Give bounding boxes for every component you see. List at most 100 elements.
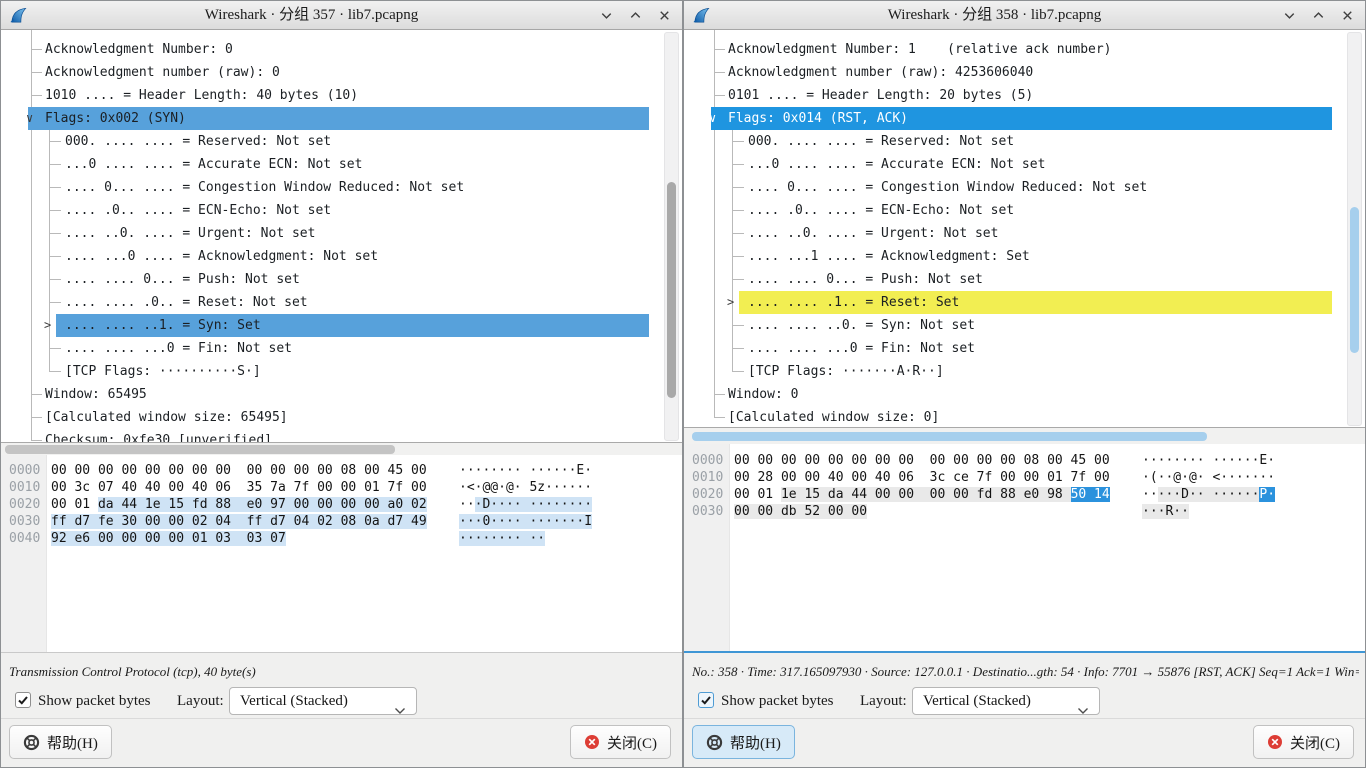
hex-ascii[interactable]: ·<·@@·@· 5z······ [459, 479, 592, 496]
hex-bytes[interactable]: 00 28 00 00 40 00 40 06 3c ce 7f 00 00 0… [734, 469, 1110, 486]
tree-row[interactable]: .... 0... .... = Congestion Window Reduc… [684, 176, 1365, 199]
tree-horizontal-scrollbar[interactable] [1, 443, 682, 455]
minimize-button[interactable] [1279, 6, 1299, 26]
hex-bytes-segment[interactable]: 00 00 00 00 00 00 00 00 00 00 00 00 08 0… [734, 453, 1110, 468]
show-packet-bytes-checkbox[interactable] [698, 692, 714, 708]
hex-ascii-segment[interactable]: ·D···· ········ [475, 497, 592, 512]
tree-row[interactable]: .... ...0 .... = Acknowledgment: Not set [1, 245, 682, 268]
hex-ascii-segment[interactable]: ·(··@·@· <······· [1142, 470, 1275, 485]
help-button[interactable]: 帮助(H) [9, 725, 112, 759]
tree-row[interactable]: .... .... 0... = Push: Not set [1, 268, 682, 291]
close-button[interactable]: 关闭(C) [1253, 725, 1354, 759]
titlebar[interactable]: Wireshark · 分组 357 · lib7.pcapng [1, 1, 682, 30]
expander-closed-icon[interactable]: > [727, 291, 734, 314]
tree-row[interactable]: Acknowledgment Number: 0 [1, 38, 682, 61]
hex-bytes[interactable]: 00 00 db 52 00 00 [734, 503, 867, 520]
tree-row[interactable]: .... .... .0.. = Reset: Not set [1, 291, 682, 314]
tree-row[interactable]: ...0 .... .... = Accurate ECN: Not set [684, 153, 1365, 176]
scrollbar-thumb[interactable] [667, 182, 676, 398]
layout-combobox[interactable]: Vertical (Stacked) [229, 687, 417, 715]
tree-row[interactable]: ∨Flags: 0x014 (RST, ACK) [684, 107, 1365, 130]
hex-bytes[interactable]: 00 01 da 44 1e 15 fd 88 e0 97 00 00 00 0… [51, 496, 427, 513]
hex-ascii[interactable]: ·(··@·@· <······· [1142, 469, 1275, 486]
tree-row[interactable]: .... .... 0... = Push: Not set [684, 268, 1365, 291]
tree-row[interactable]: .... .0.. .... = ECN-Echo: Not set [1, 199, 682, 222]
hex-bytes-segment[interactable]: 00 00 db 52 00 00 [734, 504, 867, 519]
tree-row[interactable]: 1010 .... = Header Length: 40 bytes (10) [1, 84, 682, 107]
tree-row[interactable]: ...0 .... .... = Accurate ECN: Not set [1, 153, 682, 176]
hex-ascii-segment[interactable]: ········ ······E· [1142, 453, 1275, 468]
tree-row[interactable]: .... ...1 .... = Acknowledgment: Set [684, 245, 1365, 268]
tree-row[interactable]: .... 0... .... = Congestion Window Reduc… [1, 176, 682, 199]
packet-bytes-pane[interactable]: 000000 00 00 00 00 00 00 00 00 00 00 00 … [1, 455, 682, 653]
tree-row[interactable]: .... .... ..0. = Syn: Not set [684, 314, 1365, 337]
close-button[interactable]: 关闭(C) [570, 725, 671, 759]
expander-open-icon[interactable]: ∨ [26, 107, 33, 130]
tree-row[interactable]: [Calculated window size: 65495] [1, 406, 682, 429]
tree-row[interactable]: Acknowledgment number (raw): 4253606040 [684, 61, 1365, 84]
show-packet-bytes-checkbox[interactable] [15, 692, 31, 708]
hex-row[interactable]: 002000 01 da 44 1e 15 fd 88 e0 97 00 00 … [1, 496, 682, 513]
hex-ascii-segment[interactable]: P· [1259, 487, 1275, 502]
minimize-button[interactable] [596, 6, 616, 26]
hex-ascii[interactable]: ·····D·· ······P· [1142, 486, 1275, 503]
hex-bytes[interactable]: 92 e6 00 00 00 00 01 03 03 07 [51, 530, 286, 547]
tree-row[interactable]: .... .... ...0 = Fin: Not set [1, 337, 682, 360]
hex-row[interactable]: 001000 3c 07 40 40 00 40 06 35 7a 7f 00 … [1, 479, 682, 496]
tree-row[interactable]: [TCP Flags: ··········S·] [1, 360, 682, 383]
hex-ascii-segment[interactable]: ········ ·· [459, 531, 545, 546]
hex-bytes-segment[interactable]: da 44 1e 15 fd 88 e0 97 00 00 00 00 a0 0… [98, 497, 427, 512]
hex-ascii-segment[interactable]: ·· [1142, 487, 1158, 502]
help-button[interactable]: 帮助(H) [692, 725, 795, 759]
hex-bytes-segment[interactable]: 00 01 [51, 497, 98, 512]
tree-row[interactable]: 0101 .... = Header Length: 20 bytes (5) [684, 84, 1365, 107]
hex-bytes[interactable]: 00 3c 07 40 40 00 40 06 35 7a 7f 00 00 0… [51, 479, 427, 496]
hex-row[interactable]: 000000 00 00 00 00 00 00 00 00 00 00 00 … [684, 452, 1365, 469]
hex-row[interactable]: 004092 e6 00 00 00 00 01 03 03 07·······… [1, 530, 682, 547]
tree-row[interactable]: .... .0.. .... = ECN-Echo: Not set [684, 199, 1365, 222]
hex-bytes[interactable]: ff d7 fe 30 00 00 02 04 ff d7 04 02 08 0… [51, 513, 427, 530]
tree-row[interactable]: Window: 65495 [1, 383, 682, 406]
hex-ascii-segment[interactable]: ·<·@@·@· 5z······ [459, 480, 592, 495]
tree-row[interactable]: .... .... ...0 = Fin: Not set [684, 337, 1365, 360]
close-window-button[interactable] [654, 6, 674, 26]
titlebar[interactable]: Wireshark · 分组 358 · lib7.pcapng [684, 1, 1365, 30]
hex-ascii[interactable]: ········ ·· [459, 530, 545, 547]
tree-row[interactable]: Window: 0 [684, 383, 1365, 406]
hex-row[interactable]: 0030ff d7 fe 30 00 00 02 04 ff d7 04 02 … [1, 513, 682, 530]
expander-open-icon[interactable]: ∨ [709, 107, 716, 130]
tree-row[interactable]: .... ..0. .... = Urgent: Not set [1, 222, 682, 245]
hex-ascii[interactable]: ···D···· ········ [459, 496, 592, 513]
hex-bytes-segment[interactable]: 00 01 [734, 487, 781, 502]
hex-bytes-segment[interactable]: 00 00 00 00 00 00 00 00 00 00 00 00 08 0… [51, 463, 427, 478]
tree-row[interactable]: 000. .... .... = Reserved: Not set [684, 130, 1365, 153]
hex-ascii-segment[interactable]: ·· [459, 497, 475, 512]
packet-bytes-pane[interactable]: 000000 00 00 00 00 00 00 00 00 00 00 00 … [684, 444, 1365, 653]
hex-ascii-segment[interactable]: ···D·· ······ [1158, 487, 1260, 502]
hex-bytes-segment[interactable]: ff d7 fe 30 00 00 02 04 ff d7 04 02 08 0… [51, 514, 427, 529]
maximize-button[interactable] [625, 6, 645, 26]
hex-bytes-segment[interactable]: 92 e6 00 00 00 00 01 03 03 07 [51, 531, 286, 546]
hex-ascii[interactable]: ········ ······E· [1142, 452, 1275, 469]
hex-ascii[interactable]: ···0···· ·······I [459, 513, 592, 530]
hex-bytes-segment[interactable]: 00 28 00 00 40 00 40 06 3c ce 7f 00 00 0… [734, 470, 1110, 485]
packet-detail-tree[interactable]: Acknowledgment Number: 1 (relative ack n… [684, 30, 1365, 428]
packet-detail-tree[interactable]: Acknowledgment Number: 0Acknowledgment n… [1, 30, 682, 443]
hex-row[interactable]: 000000 00 00 00 00 00 00 00 00 00 00 00 … [1, 462, 682, 479]
layout-combobox[interactable]: Vertical (Stacked) [912, 687, 1100, 715]
hex-row[interactable]: 002000 01 1e 15 da 44 00 00 00 00 fd 88 … [684, 486, 1365, 503]
scrollbar-thumb[interactable] [1350, 207, 1359, 353]
tree-row[interactable]: Acknowledgment Number: 1 (relative ack n… [684, 38, 1365, 61]
tree-vertical-scrollbar[interactable] [1347, 32, 1362, 426]
tree-row[interactable]: Acknowledgment number (raw): 0 [1, 61, 682, 84]
hex-bytes-segment[interactable]: 00 3c 07 40 40 00 40 06 35 7a 7f 00 00 0… [51, 480, 427, 495]
hex-bytes-segment[interactable]: 50 14 [1071, 487, 1110, 502]
tree-row[interactable]: ∨Flags: 0x002 (SYN) [1, 107, 682, 130]
hex-ascii-segment[interactable]: ···R·· [1142, 504, 1189, 519]
scrollbar-thumb[interactable] [5, 445, 395, 454]
hex-bytes-segment[interactable]: 1e 15 da 44 00 00 00 00 fd 88 e0 98 [781, 487, 1071, 502]
hex-ascii[interactable]: ···R·· [1142, 503, 1189, 520]
tree-row[interactable]: >.... .... .1.. = Reset: Set [684, 291, 1365, 314]
tree-row[interactable]: .... ..0. .... = Urgent: Not set [684, 222, 1365, 245]
hex-row[interactable]: 003000 00 db 52 00 00···R·· [684, 503, 1365, 520]
